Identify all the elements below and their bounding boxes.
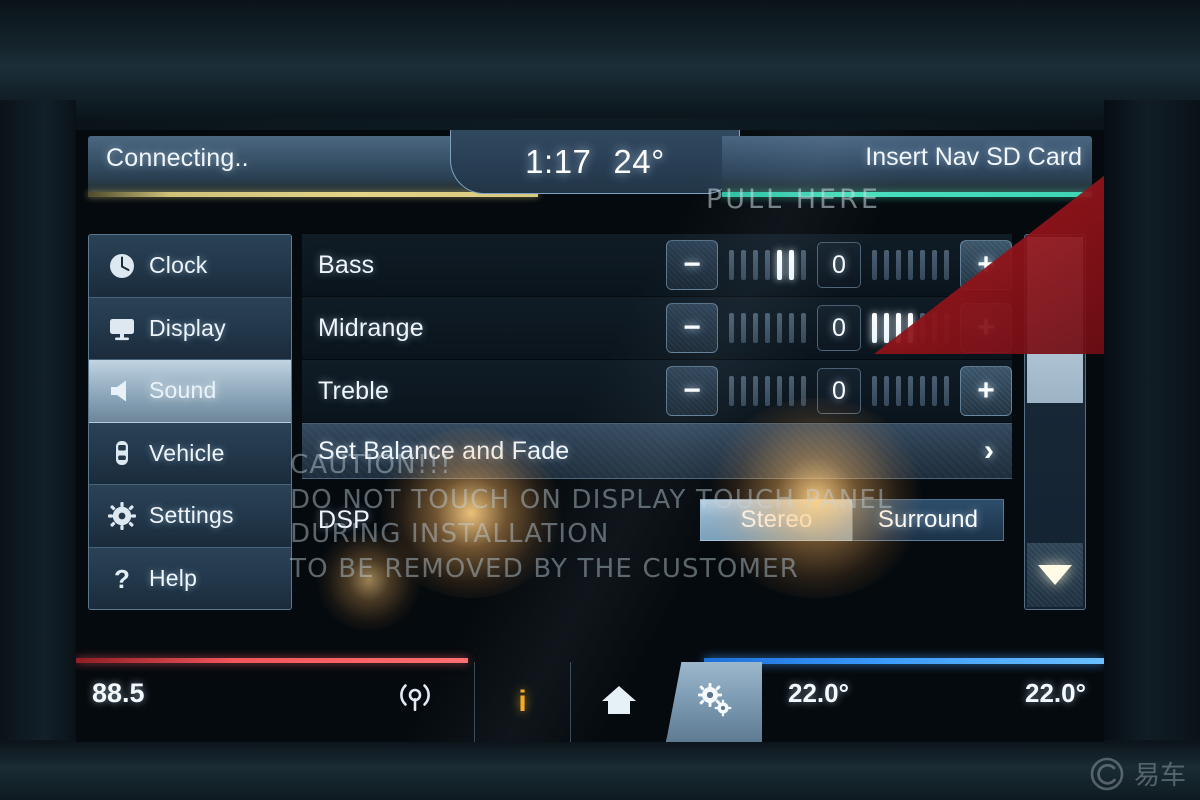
svg-text:?: ? <box>114 564 130 594</box>
dsp-option-stereo[interactable]: Stereo <box>700 499 852 541</box>
treble-decrease-button[interactable]: − <box>666 366 718 416</box>
treble-value: 0 <box>832 376 846 405</box>
bass-label: Bass <box>318 250 375 279</box>
watermark: 易车 <box>1089 755 1186 792</box>
film-caution-line: TO BE REMOVED BY THE CUSTOMER <box>290 553 800 584</box>
clock-icon <box>107 251 137 281</box>
midrange-increase-button[interactable]: + <box>960 303 1012 353</box>
sidebar-item-label: Vehicle <box>149 439 225 466</box>
minus-icon: − <box>683 248 701 281</box>
settings-button[interactable] <box>666 662 762 742</box>
home-icon <box>597 678 641 727</box>
gears-icon <box>693 678 737 727</box>
treble-value-box: 0 <box>817 368 861 414</box>
nav-accent-bar <box>722 192 1092 197</box>
passenger-temp-label[interactable]: 22.0° <box>1025 678 1086 709</box>
broadcast-icon[interactable] <box>392 674 438 720</box>
settings-sidebar: Clock Display Sound Vehicle Settings ? H… <box>88 234 292 610</box>
bass-control: − 0 + <box>666 238 1012 292</box>
bass-decrease-button[interactable]: − <box>666 240 718 290</box>
bass-ticks-left[interactable] <box>718 250 817 280</box>
midrange-decrease-button[interactable]: − <box>666 303 718 353</box>
midrange-label: Midrange <box>318 313 424 342</box>
sidebar-item-label: Settings <box>149 502 234 529</box>
sidebar-item-vehicle[interactable]: Vehicle <box>89 422 291 485</box>
bezel-left <box>0 100 76 800</box>
midrange-control: − 0 + <box>666 301 1012 355</box>
plus-icon: + <box>977 248 995 281</box>
setting-row-bass: Bass − 0 + <box>302 234 1012 296</box>
info-icon: i <box>518 685 527 718</box>
photo-frame: Connecting.. 1:17 24° Insert Nav SD Card… <box>0 0 1200 800</box>
status-bar: Connecting.. 1:17 24° Insert Nav SD Card <box>76 130 1104 200</box>
dsp-mode-toggle: Stereo Surround <box>700 499 1004 541</box>
monitor-icon <box>107 313 137 343</box>
audio-accent-bar <box>76 658 468 663</box>
scroll-down-button[interactable] <box>1027 543 1083 607</box>
sidebar-item-help[interactable]: ? Help <box>89 547 291 609</box>
sidebar-item-display[interactable]: Display <box>89 297 291 360</box>
treble-control: − 0 + <box>666 364 1012 418</box>
midrange-value-box: 0 <box>817 305 861 351</box>
bass-increase-button[interactable]: + <box>960 240 1012 290</box>
setting-row-midrange: Midrange − 0 + <box>302 297 1012 359</box>
treble-ticks-left[interactable] <box>718 376 817 406</box>
bass-value: 0 <box>832 250 846 279</box>
scrollbar-thumb[interactable] <box>1027 237 1083 403</box>
sidebar-item-label: Help <box>149 565 198 592</box>
treble-ticks-right[interactable] <box>861 376 960 406</box>
sidebar-item-settings[interactable]: Settings <box>89 485 291 548</box>
sidebar-item-label: Display <box>149 314 226 341</box>
minus-icon: − <box>683 311 701 344</box>
midrange-ticks-left[interactable] <box>718 313 817 343</box>
watermark-logo-icon <box>1089 756 1125 792</box>
bass-ticks-right[interactable] <box>861 250 960 280</box>
bottom-bar: 88.5 i 22.0° 22.0° <box>76 650 1104 742</box>
sidebar-item-clock[interactable]: Clock <box>89 235 291 298</box>
sidebar-item-sound[interactable]: Sound <box>89 360 291 423</box>
dsp-label: DSP <box>318 505 371 534</box>
plus-icon: + <box>977 311 995 344</box>
bezel-right <box>1104 100 1200 800</box>
question-icon: ? <box>107 564 137 594</box>
connection-accent-bar <box>88 192 538 197</box>
dsp-option-surround[interactable]: Surround <box>852 499 1004 541</box>
sidebar-item-label: Clock <box>149 252 208 279</box>
minus-icon: − <box>683 374 701 407</box>
exterior-temp-label: 24° <box>613 142 665 180</box>
info-button[interactable]: i <box>474 662 570 742</box>
chevron-down-icon <box>1038 565 1072 585</box>
bezel-bottom <box>0 740 1200 800</box>
climate-accent-bar <box>704 658 1104 664</box>
car-icon <box>107 438 137 468</box>
radio-frequency-label: 88.5 <box>92 678 145 708</box>
balance-fade-label: Set Balance and Fade <box>318 436 570 465</box>
gear-icon <box>107 501 137 531</box>
treble-increase-button[interactable]: + <box>960 366 1012 416</box>
nav-status-label: Insert Nav SD Card <box>865 143 1082 171</box>
sidebar-item-label: Sound <box>149 377 217 404</box>
connection-status-label: Connecting.. <box>106 144 249 172</box>
panel-scrollbar[interactable] <box>1024 234 1086 610</box>
driver-temp-label[interactable]: 22.0° <box>788 678 849 709</box>
speaker-icon <box>107 376 137 406</box>
bass-value-box: 0 <box>817 242 861 288</box>
midrange-value: 0 <box>832 313 846 342</box>
treble-label: Treble <box>318 376 390 405</box>
clock-label: 1:17 <box>525 142 592 180</box>
plus-icon: + <box>977 374 995 407</box>
sound-settings-panel: Bass − 0 + Midrange − 0 + Treble − 0 + S… <box>302 234 1012 552</box>
clock-temp-pod[interactable]: 1:17 24° <box>450 130 740 194</box>
watermark-text: 易车 <box>1133 761 1186 791</box>
chevron-right-icon: › <box>984 434 994 467</box>
infotainment-screen: Connecting.. 1:17 24° Insert Nav SD Card… <box>76 130 1104 742</box>
setting-row-treble: Treble − 0 + <box>302 360 1012 422</box>
home-button[interactable] <box>570 662 666 742</box>
midrange-ticks-right[interactable] <box>861 313 960 343</box>
set-balance-and-fade-button[interactable]: Set Balance and Fade › <box>302 423 1012 479</box>
bezel-top <box>0 0 1200 118</box>
setting-row-dsp: DSP Stereo Surround <box>302 489 1012 551</box>
